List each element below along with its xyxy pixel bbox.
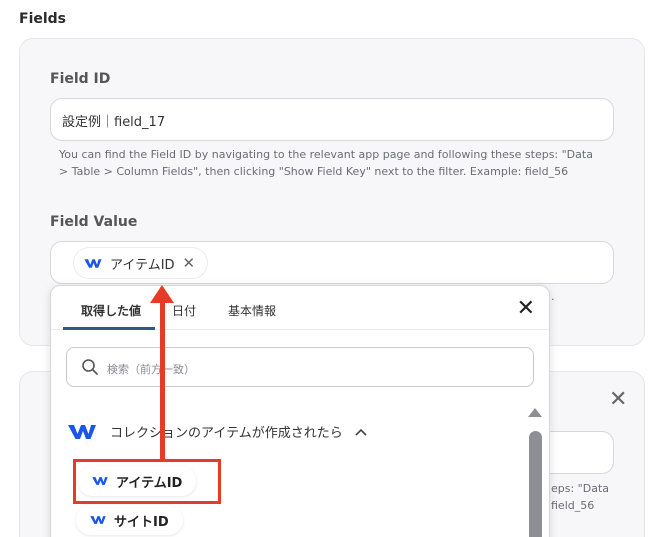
scroll-up-arrow[interactable] xyxy=(528,408,542,417)
annotation-highlight-box xyxy=(73,459,221,504)
webflow-logo-icon xyxy=(68,424,96,439)
search-icon xyxy=(82,359,98,375)
card2-help-line-2: field_56 xyxy=(551,499,595,512)
webflow-logo-icon xyxy=(84,258,102,268)
popup-search-input[interactable]: 検索（前方一致） xyxy=(66,347,534,387)
active-tab-indicator xyxy=(63,327,155,330)
card2-close-icon[interactable]: ✕ xyxy=(609,389,627,411)
field-id-help: You can find the Field ID by navigating … xyxy=(59,146,593,180)
fields-section-title: Fields xyxy=(19,11,67,27)
field-value-label: Field Value xyxy=(50,214,138,230)
field-id-help-line-1: You can find the Field ID by navigating … xyxy=(59,148,593,161)
field-id-label: Field ID xyxy=(50,71,111,87)
webflow-logo-icon xyxy=(90,516,106,524)
tab-basic-info[interactable]: 基本情報 xyxy=(228,302,276,319)
card2-input-edge[interactable] xyxy=(540,431,614,474)
popup-close-icon[interactable]: ✕ xyxy=(517,298,535,320)
list-item-site-id[interactable]: サイトID xyxy=(76,505,183,535)
field-value-chip[interactable]: アイテムID ✕ xyxy=(74,248,208,278)
field-value-chip-label: アイテムID xyxy=(110,257,175,273)
tab-date[interactable]: 日付 xyxy=(172,302,196,319)
collection-group-header[interactable]: コレクションのアイテムが作成されたら xyxy=(68,422,367,441)
search-placeholder: 検索（前方一致） xyxy=(107,363,195,376)
field-id-help-line-2: > Table > Column Fields", then clicking … xyxy=(59,165,569,178)
field-value-help-tail: . xyxy=(551,290,555,303)
chip-remove-icon[interactable]: ✕ xyxy=(183,255,196,271)
card2-help-line-1: eps: "Data xyxy=(551,482,610,495)
field-id-value: 設定例｜field_17 xyxy=(62,115,166,130)
card2-help-tail: eps: "Data field_56 xyxy=(551,480,609,514)
annotation-arrow-shaft xyxy=(160,300,165,460)
scrollbar-thumb[interactable] xyxy=(529,431,542,537)
field-id-input[interactable]: 設定例｜field_17 xyxy=(50,98,614,141)
list-item-label: サイトID xyxy=(114,514,169,530)
popup-tabs: 取得した値 日付 基本情報 ✕ xyxy=(51,286,549,330)
annotation-arrow-head xyxy=(150,285,174,303)
tab-acquired-values[interactable]: 取得した値 xyxy=(81,302,141,319)
chevron-up-icon xyxy=(355,428,367,436)
collection-group-title: コレクションのアイテムが作成されたら xyxy=(110,426,343,441)
